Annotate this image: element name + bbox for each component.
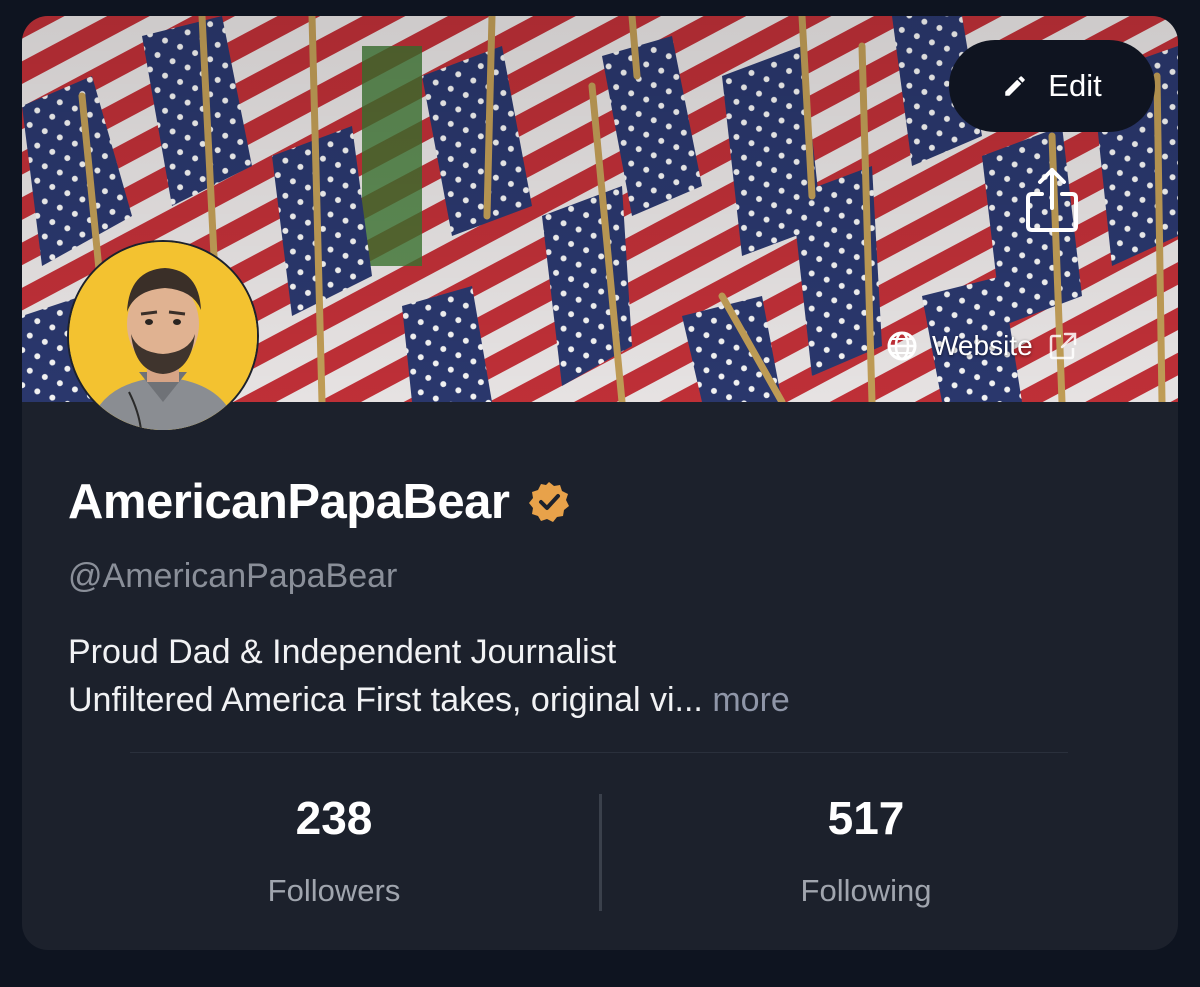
followers-count: 238: [295, 792, 373, 844]
bio-line-1: Proud Dad & Independent Journalist: [68, 633, 617, 671]
share-icon[interactable]: [1022, 164, 1082, 236]
bio-line-2: Unfiltered America First takes, original…: [68, 676, 790, 724]
user-handle: @AmericanPapaBear: [68, 557, 398, 595]
bio: Proud Dad & Independent Journalist Unfil…: [68, 628, 790, 724]
avatar[interactable]: [67, 240, 259, 432]
following-count: 517: [827, 792, 905, 844]
followers-stat[interactable]: 238 Followers: [184, 791, 484, 909]
following-label: Following: [800, 873, 932, 908]
bio-line-2-text: Unfiltered America First takes, original…: [68, 681, 703, 719]
avatar-photo: [69, 242, 257, 430]
edit-profile-button[interactable]: Edit: [949, 40, 1155, 132]
display-name-row: AmericanPapaBear: [68, 474, 571, 530]
followers-label: Followers: [267, 873, 401, 908]
verified-badge-icon[interactable]: [527, 480, 571, 524]
profile-card: Edit Website AmericanPapaBear @AmericanP…: [22, 16, 1178, 950]
edit-button-label: Edit: [1048, 68, 1102, 103]
website-link[interactable]: Website: [886, 328, 1079, 364]
stats-divider-line: [130, 752, 1068, 753]
following-stat[interactable]: 517 Following: [716, 791, 1016, 909]
display-name: AmericanPapaBear: [68, 475, 510, 529]
pencil-icon: [1005, 76, 1026, 96]
bio-more-link[interactable]: more: [712, 681, 789, 719]
stats-separator: [599, 794, 602, 911]
external-link-icon: [1049, 332, 1076, 360]
website-link-label: Website: [932, 330, 1033, 361]
globe-icon: [887, 331, 917, 361]
